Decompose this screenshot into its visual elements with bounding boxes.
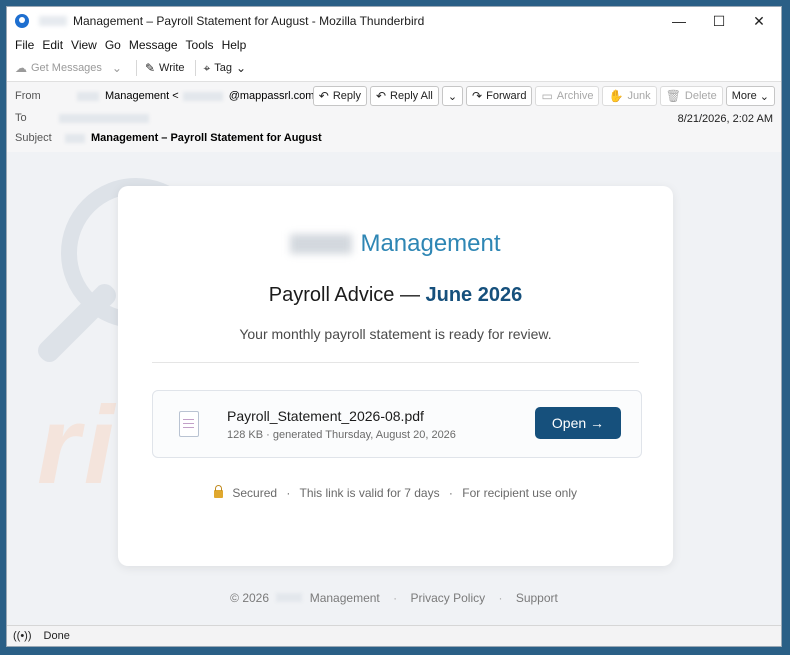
- delete-button[interactable]: 🗑 Delete: [659, 86, 723, 106]
- menu-message[interactable]: Message: [129, 38, 178, 52]
- security-notice: Secured · This link is valid for 7 days …: [118, 485, 673, 500]
- redacted-email: [182, 91, 223, 101]
- reply-all-button[interactable]: ↶ Reply All: [369, 86, 439, 106]
- minimize-button[interactable]: —: [661, 7, 697, 35]
- get-messages-label: Get Messages: [31, 62, 102, 74]
- valid-text: This link is valid for 7 days: [299, 486, 440, 500]
- pencil-icon: ✎: [144, 61, 156, 75]
- reply-label: Reply: [332, 90, 361, 102]
- trash-icon: 🗑: [665, 89, 681, 103]
- reply-button[interactable]: ↶ Reply: [312, 86, 367, 106]
- from-row: From Management < @mappassrl.com> ☺: [15, 86, 336, 106]
- get-messages-button[interactable]: ☁ Get Messages: [15, 61, 102, 75]
- toolbar-separator: [194, 60, 196, 76]
- toolbar-separator: [135, 60, 137, 76]
- recipient-text: For recipient use only: [462, 486, 577, 500]
- header-actions: ↶ Reply ↶ Reply All ⌄ ↷ Forward ▭ Archive ✋ J…: [310, 86, 775, 106]
- subject-text: Management – Payroll Statement for Augus…: [91, 132, 322, 144]
- subject-label: Subject: [15, 132, 52, 144]
- tag-button[interactable]: ⌖ Tag ⌄: [204, 61, 251, 76]
- file-meta: 128 KB · generated Thursday, August 20, …: [227, 429, 456, 441]
- junk-button[interactable]: ✋ Junk: [602, 86, 657, 106]
- email-title: Payroll Advice — June 2026: [118, 284, 673, 307]
- junk-label: Junk: [627, 90, 651, 102]
- archive-icon: ▭: [541, 89, 553, 103]
- lock-icon: [214, 485, 223, 498]
- redacted-subject-part: [65, 133, 85, 143]
- archive-label: Archive: [556, 90, 594, 102]
- to-label: To: [15, 112, 27, 124]
- secured-text: Secured: [232, 486, 278, 500]
- reply-all-icon: ↶: [375, 89, 387, 103]
- title-bar: Management – Payroll Statement for Augus…: [7, 7, 781, 35]
- email-footer: © 2026 Management · Privacy Policy · Sup…: [230, 591, 558, 605]
- reply-all-dropdown[interactable]: ⌄: [441, 86, 464, 106]
- footer-company: Management: [309, 591, 380, 605]
- window-title: Management – Payroll Statement for Augus…: [73, 14, 425, 28]
- forward-button[interactable]: ↷ Forward: [466, 86, 533, 106]
- email-card: Management Payroll Advice — June 2026 Yo…: [118, 186, 673, 566]
- delete-label: Delete: [684, 90, 717, 102]
- menu-go[interactable]: Go: [105, 38, 121, 52]
- privacy-policy-link[interactable]: Privacy Policy: [410, 591, 485, 605]
- menu-view[interactable]: View: [71, 38, 97, 52]
- divider: [152, 362, 639, 363]
- close-button[interactable]: ✕: [741, 7, 777, 35]
- chevron-down-icon: ⌄: [236, 61, 247, 75]
- activity-icon[interactable]: ((•)): [13, 630, 32, 642]
- file-name: Payroll_Statement_2026-08.pdf: [227, 408, 424, 424]
- brand-logo: Management: [118, 230, 673, 258]
- from-label: From: [15, 90, 41, 102]
- from-name[interactable]: Management <: [105, 90, 179, 102]
- thunderbird-window: Management – Payroll Statement for Augus…: [6, 6, 782, 647]
- title-prefix: Payroll Advice —: [268, 284, 420, 306]
- message-header: From Management < @mappassrl.com> ☺ ↶Rep…: [7, 82, 781, 153]
- reply-all-label: Reply All: [390, 90, 433, 102]
- main-toolbar: ☁ Get Messages ⌄ ✎ Write ⌖ Tag ⌄: [7, 55, 781, 82]
- maximize-button[interactable]: ☐: [701, 7, 737, 35]
- to-row: To: [15, 108, 155, 128]
- status-bar: ((•)) Done: [7, 625, 781, 646]
- message-date: 8/21/2026, 2:02 AM: [677, 113, 773, 125]
- status-text: Done: [43, 630, 70, 642]
- brand-name: Management: [360, 230, 501, 257]
- redacted-footer-brand: [276, 593, 303, 602]
- attachment-box: Payroll_Statement_2026-08.pdf 128 KB · g…: [152, 390, 642, 458]
- subject-row: Subject Management – Payroll Statement f…: [15, 128, 322, 148]
- reply-icon: ↶: [318, 89, 329, 103]
- tag-label: Tag: [214, 62, 233, 74]
- forward-label: Forward: [486, 90, 527, 102]
- redacted-sender: [77, 91, 99, 101]
- menu-tools[interactable]: Tools: [186, 38, 214, 52]
- more-button[interactable]: More ⌄: [725, 86, 775, 106]
- menu-help[interactable]: Help: [222, 38, 247, 52]
- get-messages-dropdown[interactable]: ⌄: [112, 61, 126, 75]
- open-button[interactable]: Open →: [535, 407, 621, 439]
- document-icon: [179, 411, 199, 437]
- redacted-title-part: [39, 16, 67, 26]
- redacted-recipient: [59, 113, 149, 123]
- write-button[interactable]: ✎ Write: [145, 61, 185, 75]
- cloud-download-icon: ☁: [15, 61, 27, 75]
- write-label: Write: [159, 62, 185, 74]
- forward-icon: ↷: [472, 89, 483, 103]
- menu-bar: File Edit View Go Message Tools Help: [7, 35, 781, 55]
- support-link[interactable]: Support: [516, 591, 558, 605]
- archive-button[interactable]: ▭ Archive: [535, 86, 600, 106]
- chevron-down-icon: ⌄: [111, 61, 122, 75]
- footer-copyright: © 2026: [230, 591, 270, 605]
- title-highlight: June 2026: [425, 284, 523, 306]
- from-email[interactable]: @mappassrl.com>: [229, 90, 321, 102]
- menu-file[interactable]: File: [15, 38, 34, 52]
- menu-edit[interactable]: Edit: [42, 38, 63, 52]
- email-subtitle: Your monthly payroll statement is ready …: [239, 326, 552, 342]
- more-label: More: [731, 90, 757, 102]
- tag-icon: ⌖: [203, 60, 211, 75]
- junk-icon: ✋: [608, 89, 624, 103]
- chevron-down-icon: ⌄: [759, 90, 769, 103]
- thunderbird-app-icon: [15, 14, 29, 28]
- redacted-brand-name: [290, 234, 353, 254]
- message-body: risk.com Management Payroll Advice — Jun…: [7, 152, 781, 626]
- chevron-down-icon: ⌄: [447, 90, 458, 103]
